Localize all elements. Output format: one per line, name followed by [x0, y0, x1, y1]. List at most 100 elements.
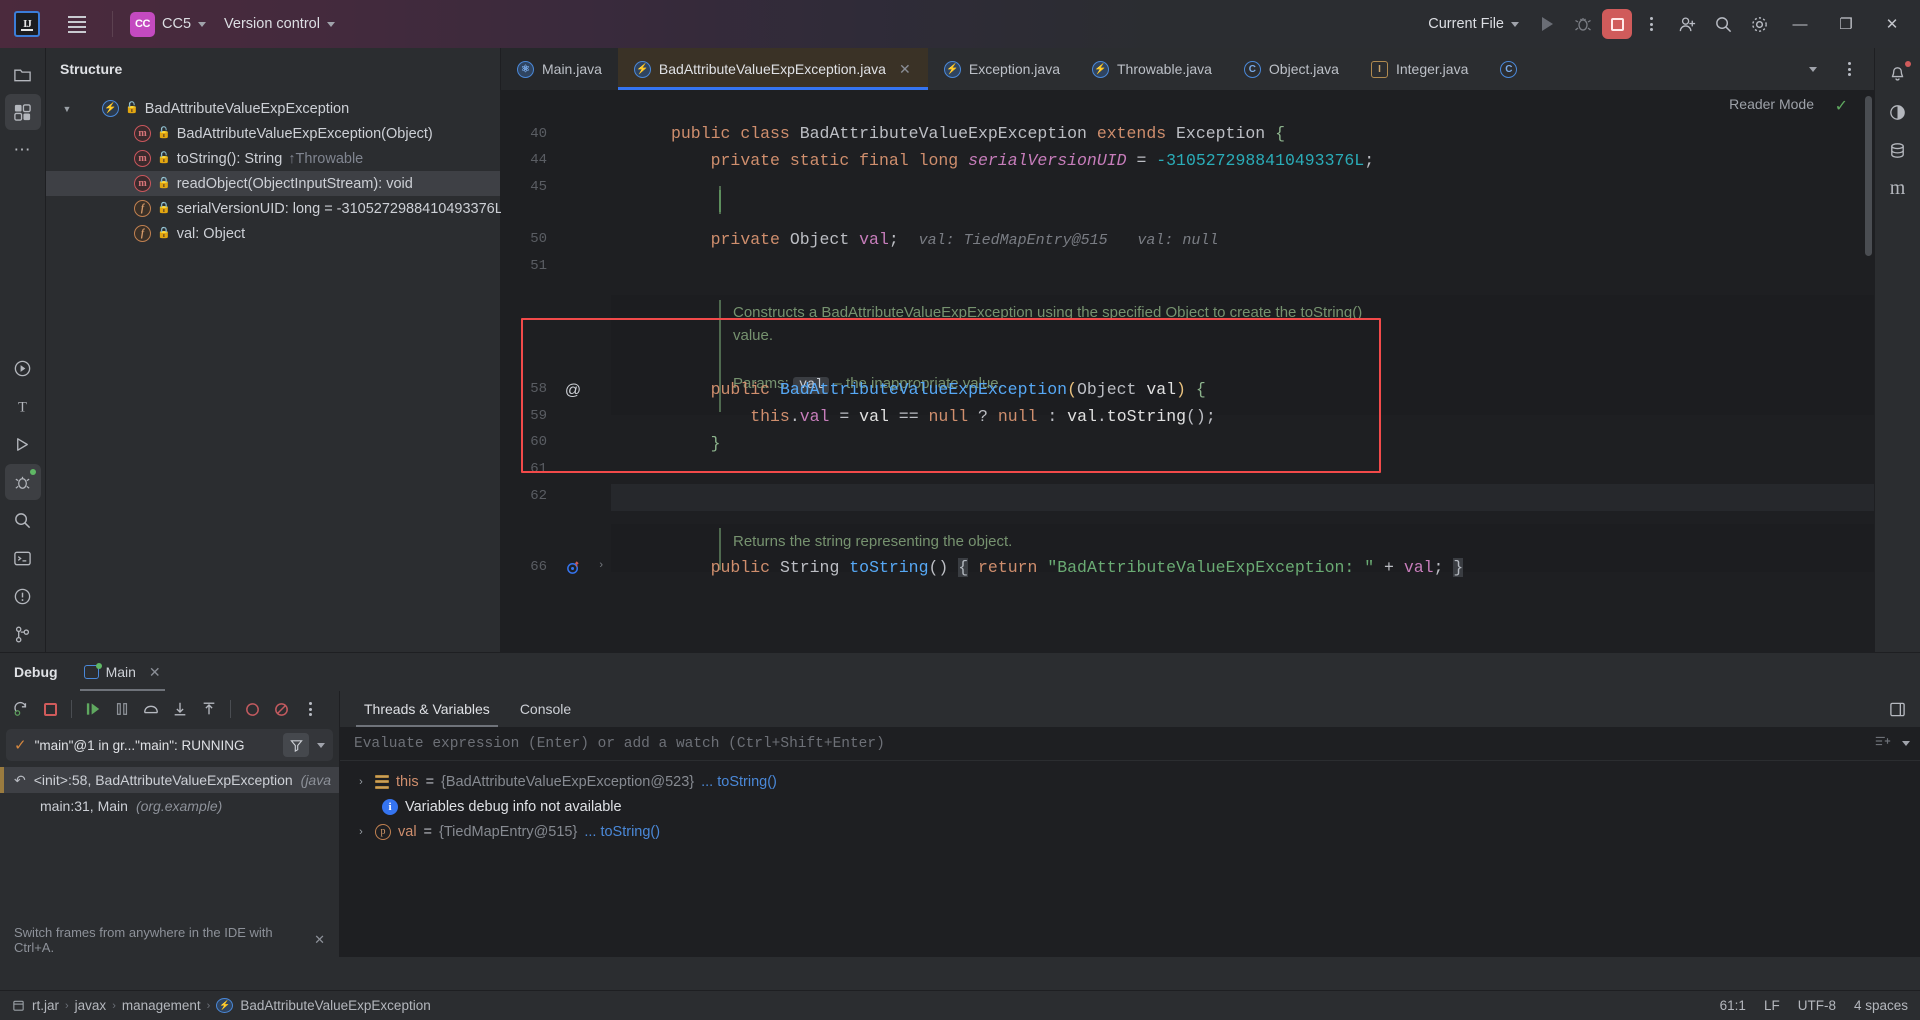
- tree-item-readobject[interactable]: m 🔒 readObject(ObjectInputStream): void: [46, 171, 500, 196]
- implements-icon[interactable]: [563, 557, 583, 577]
- step-into-button[interactable]: [167, 696, 193, 722]
- rerun-button[interactable]: [8, 696, 34, 722]
- stop-button[interactable]: [1602, 9, 1632, 39]
- breadcrumb-javax[interactable]: javax: [75, 998, 107, 1013]
- editor-scrollbar-thumb[interactable]: [1865, 96, 1872, 256]
- editor-viewport[interactable]: Reader Mode ✓ 40 44 45 50 51 58 @ 59 60 …: [501, 90, 1874, 652]
- close-button[interactable]: ✕: [1870, 0, 1914, 48]
- thread-filter-button[interactable]: [283, 733, 309, 757]
- more-vertical-icon: [308, 702, 312, 716]
- evaluate-expression-input[interactable]: Evaluate expression (Enter) or add a wat…: [340, 727, 1920, 761]
- editor-tab-integer[interactable]: I Integer.java: [1355, 48, 1484, 90]
- search-button[interactable]: [1706, 7, 1740, 41]
- maven-button[interactable]: m: [1880, 170, 1916, 206]
- editor-tab-object[interactable]: C Object.java: [1228, 48, 1355, 90]
- sidebar-item-run[interactable]: [5, 350, 41, 386]
- tab-list-button[interactable]: [1796, 52, 1830, 86]
- notifications-button[interactable]: [1880, 56, 1916, 92]
- pause-button[interactable]: [109, 696, 135, 722]
- chevron-down-icon[interactable]: [1902, 741, 1910, 746]
- sidebar-item-type-hierarchy[interactable]: T: [5, 388, 41, 424]
- more-actions-button[interactable]: [1634, 7, 1668, 41]
- layout-settings-button[interactable]: [1884, 696, 1910, 722]
- tree-item-constructor[interactable]: m 🔓 BadAttributeValueExpException(Object…: [46, 121, 500, 146]
- session-tab-label: Main: [105, 664, 136, 680]
- status-bar: rt.jar › javax › management › ⚡ BadAttri…: [0, 990, 1920, 1020]
- breadcrumb-class[interactable]: ⚡ BadAttributeValueExpException: [216, 998, 431, 1013]
- variable-row-this[interactable]: › this = {BadAttributeValueExpException@…: [340, 769, 1920, 794]
- project-selector[interactable]: CC CC5: [121, 7, 215, 42]
- breadcrumb-management[interactable]: management: [122, 998, 201, 1013]
- settings-button[interactable]: [1742, 7, 1776, 41]
- add-watch-icon[interactable]: [1874, 733, 1892, 754]
- sidebar-item-project[interactable]: [5, 56, 41, 92]
- sidebar-item-run-tool[interactable]: [5, 426, 41, 462]
- maximize-button[interactable]: ❐: [1824, 0, 1868, 48]
- line-number: 62: [530, 488, 547, 504]
- close-hint-icon[interactable]: ✕: [314, 932, 325, 948]
- editor-tab-main[interactable]: ⚛ Main.java: [501, 48, 618, 90]
- editor-tab-badattributevalueexpexception[interactable]: ⚡ BadAttributeValueExpException.java ✕: [617, 48, 928, 90]
- step-over-button[interactable]: [138, 696, 164, 722]
- hamburger-icon[interactable]: [60, 7, 94, 41]
- close-tab-icon[interactable]: ✕: [898, 61, 912, 78]
- tree-item-val[interactable]: f 🔒 val: Object: [46, 221, 500, 246]
- fold-arrow-icon[interactable]: ›: [599, 559, 603, 571]
- sidebar-item-problems[interactable]: [5, 578, 41, 614]
- step-out-button[interactable]: [196, 696, 222, 722]
- variable-tostring-link[interactable]: ... toString(): [701, 774, 777, 790]
- sidebar-item-terminal[interactable]: [5, 540, 41, 576]
- sidebar-item-more-tools[interactable]: ⋯: [5, 132, 41, 168]
- editor-tab-exception[interactable]: ⚡ Exception.java: [928, 48, 1076, 90]
- database-button[interactable]: [1880, 132, 1916, 168]
- sidebar-item-debug[interactable]: [4, 464, 41, 500]
- private-lock-icon: 🔒: [157, 202, 171, 214]
- object-stack-icon: [375, 774, 389, 789]
- run-configuration-selector[interactable]: Current File: [1419, 11, 1528, 37]
- tree-item-serialversionuid[interactable]: f 🔒 serialVersionUID: long = -3105272988…: [46, 196, 503, 221]
- file-encoding[interactable]: UTF-8: [1798, 998, 1836, 1013]
- indent-setting[interactable]: 4 spaces: [1854, 998, 1908, 1013]
- minimize-button[interactable]: —: [1778, 0, 1822, 48]
- expand-arrow-icon[interactable]: ›: [354, 776, 368, 788]
- close-session-icon[interactable]: ✕: [149, 664, 161, 681]
- annotation-override-icon[interactable]: @: [563, 381, 583, 401]
- mute-breakpoints-button[interactable]: [239, 696, 265, 722]
- chevron-down-icon[interactable]: ▼: [60, 104, 74, 114]
- chevron-down-icon[interactable]: [317, 742, 325, 748]
- view-breakpoints-button[interactable]: [268, 696, 294, 722]
- tree-item-tostring[interactable]: m 🔓 toString(): String ↑Throwable: [46, 146, 500, 171]
- account-button[interactable]: [1670, 7, 1704, 41]
- code-text[interactable]: public class BadAttributeValueExpExcepti…: [611, 90, 1874, 652]
- breadcrumb-rt-jar[interactable]: rt.jar: [12, 998, 59, 1013]
- frame-item-init[interactable]: ↶ <init>:58, BadAttributeValueExpExcepti…: [0, 767, 339, 793]
- editor-gutter[interactable]: 40 44 45 50 51 58 @ 59 60 61 62 66 ›: [501, 90, 611, 652]
- ai-assistant-button[interactable]: [1880, 94, 1916, 130]
- sidebar-item-find[interactable]: [5, 502, 41, 538]
- debug-more-button[interactable]: [297, 696, 323, 722]
- resume-button[interactable]: [80, 696, 106, 722]
- inlay-hint-val-actual[interactable]: val: TiedMapEntry@515: [919, 232, 1108, 249]
- variable-tostring-link[interactable]: ... toString(): [584, 824, 660, 840]
- stop-button[interactable]: [37, 696, 63, 722]
- expand-arrow-icon[interactable]: ›: [354, 826, 368, 838]
- inlay-hint-val-param[interactable]: val: null: [1137, 232, 1218, 249]
- sidebar-item-version-control[interactable]: [5, 616, 41, 652]
- editor-tab-partial[interactable]: C: [1484, 48, 1533, 90]
- line-separator[interactable]: LF: [1764, 998, 1780, 1013]
- variable-row-val[interactable]: › p val = {TiedMapEntry@515} ... toStrin…: [340, 819, 1920, 844]
- frame-item-main[interactable]: main:31, Main (org.example): [0, 793, 339, 819]
- tab-threads-and-variables[interactable]: Threads & Variables: [350, 691, 504, 727]
- tab-console[interactable]: Console: [506, 691, 585, 727]
- version-control-widget[interactable]: Version control: [215, 11, 344, 37]
- tab-options-button[interactable]: [1832, 52, 1866, 86]
- run-button[interactable]: [1530, 7, 1564, 41]
- debug-button[interactable]: [1566, 7, 1600, 41]
- caret-position[interactable]: 61:1: [1720, 998, 1746, 1013]
- tab-label: Exception.java: [968, 61, 1060, 77]
- sidebar-item-structure[interactable]: [4, 94, 41, 130]
- tree-item-class[interactable]: ▼ ⚡ 🔓 BadAttributeValueExpException: [46, 96, 500, 121]
- debug-session-tab-main[interactable]: Main ✕: [74, 653, 171, 691]
- thread-selector[interactable]: ✓ "main"@1 in gr..."main": RUNNING: [6, 729, 333, 761]
- editor-tab-throwable[interactable]: ⚡ Throwable.java: [1076, 48, 1228, 90]
